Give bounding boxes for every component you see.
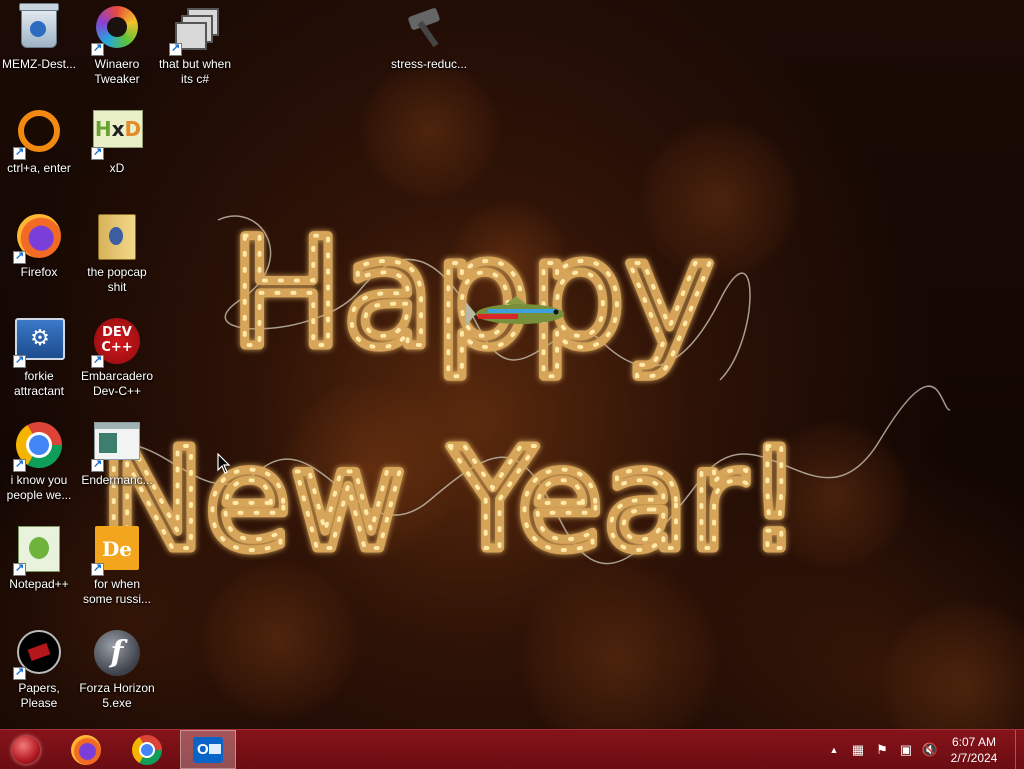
network-icon[interactable]: ▣ — [894, 730, 918, 769]
icon-label: MEMZ-Dest... — [2, 57, 76, 71]
icon-label: Winaero Tweaker — [94, 57, 140, 86]
greeting-line-1-bulbs: Happy — [230, 207, 714, 381]
chrome-icon — [132, 734, 162, 765]
desktop-icon-papers-please[interactable]: Papers, Please — [0, 624, 78, 711]
winaero-tweaker-icon — [96, 6, 138, 48]
icon-label: the popcap shit — [87, 265, 147, 294]
icon-label: Papers, Please — [18, 681, 60, 710]
icon-label: ctrl+a, enter — [7, 161, 71, 175]
icon-label: stress-reduc... — [390, 57, 468, 71]
start-button[interactable] — [0, 730, 52, 769]
folder-icon — [98, 214, 136, 260]
icon-label: Notepad++ — [9, 577, 69, 591]
desktop-icon-for-when[interactable]: De for when some russi... — [78, 520, 156, 607]
flash-player-icon: f — [94, 630, 140, 676]
desktop-icon-popcap[interactable]: the popcap shit — [78, 208, 156, 295]
hammer-icon — [399, 6, 459, 48]
system-tray: ▲ ▦ ⚑ ▣ 🔇 — [822, 730, 942, 769]
shortcut-arrow-icon — [91, 353, 104, 368]
shortcut-arrow-icon — [91, 457, 104, 472]
taskbar-outlook[interactable]: O — [180, 730, 236, 769]
icon-label: Forza Horizon 5.exe — [79, 681, 155, 710]
shortcut-arrow-icon — [13, 353, 26, 368]
desktop-icon-endermanch[interactable]: Endermanc... — [78, 416, 156, 488]
stacked-windows-icon — [169, 6, 219, 56]
taskbar-clock[interactable]: 6:07 AM 2/7/2024 — [942, 734, 1006, 766]
clock-date: 2/7/2024 — [950, 751, 998, 765]
icon-label: Firefox — [20, 265, 58, 279]
icon-label: Embarcadero Dev-C++ — [80, 369, 154, 398]
taskbar-firefox[interactable] — [58, 730, 114, 769]
desktop-icon-xd[interactable]: HxD xD — [78, 104, 156, 176]
icon-label: xD — [109, 161, 125, 175]
shortcut-arrow-icon — [169, 41, 182, 56]
network-taskmgr-icon[interactable]: ▦ — [846, 730, 870, 769]
desktop-icon-stress-reducer[interactable]: stress-reduc... — [384, 0, 474, 72]
shortcut-arrow-icon — [13, 561, 26, 576]
shortcut-arrow-icon — [13, 145, 26, 160]
shortcut-arrow-icon — [13, 457, 26, 472]
desktop-icon-firefox[interactable]: Firefox — [0, 208, 78, 280]
icon-label: that but when its c# — [158, 57, 232, 86]
shortcut-arrow-icon — [91, 145, 104, 160]
icon-label: forkie attractant — [13, 369, 65, 398]
volume-muted-icon[interactable]: 🔇 — [918, 730, 942, 769]
chevron-up-icon[interactable]: ▲ — [822, 730, 846, 769]
greeting-line-2-bulbs: New Year! — [100, 419, 802, 582]
recycle-bin-icon — [19, 3, 59, 48]
hxd-icon: HxD — [93, 110, 143, 148]
desktop-icon-ctrl-a-enter[interactable]: ctrl+a, enter — [0, 104, 78, 176]
desktop-icon-that-but[interactable]: that but when its c# — [156, 0, 234, 87]
taskbar: O ▲ ▦ ⚑ ▣ 🔇 6:07 AM 2/7/2024 — [0, 729, 1024, 769]
icon-label: i know you people we... — [6, 473, 72, 502]
shortcut-arrow-icon — [13, 665, 26, 680]
desktop-icon-winaero[interactable]: Winaero Tweaker — [78, 0, 156, 87]
mouse-cursor-icon — [217, 453, 231, 474]
action-center-flag-icon[interactable]: ⚑ — [870, 730, 894, 769]
shortcut-arrow-icon — [91, 41, 104, 56]
clock-time: 6:07 AM — [951, 735, 997, 749]
orange-ring-icon — [18, 110, 60, 152]
show-desktop-button[interactable] — [1015, 730, 1024, 769]
taskbar-chrome[interactable] — [119, 730, 175, 769]
firefox-icon — [71, 734, 101, 765]
desktop-icon-forza[interactable]: f Forza Horizon 5.exe — [78, 624, 156, 711]
shortcut-arrow-icon — [91, 561, 104, 576]
desktop-icon-devcpp[interactable]: DEVC++ Embarcadero Dev-C++ — [78, 312, 156, 399]
desktop-icon-notepadpp[interactable]: Notepad++ — [0, 520, 78, 592]
start-orb-icon — [12, 735, 40, 764]
icon-label: Endermanc... — [81, 473, 153, 487]
shortcut-arrow-icon — [13, 249, 26, 264]
desktop-icon-memz[interactable]: MEMZ-Dest... — [0, 0, 78, 72]
window-icon — [94, 422, 140, 460]
desktop-icon-forkie[interactable]: ⚙ forkie attractant — [0, 312, 78, 399]
desktop-icon-chrome[interactable]: i know you people we... — [0, 416, 78, 503]
outlook-icon: O — [193, 736, 223, 763]
icon-label: for when some russi... — [82, 577, 151, 606]
